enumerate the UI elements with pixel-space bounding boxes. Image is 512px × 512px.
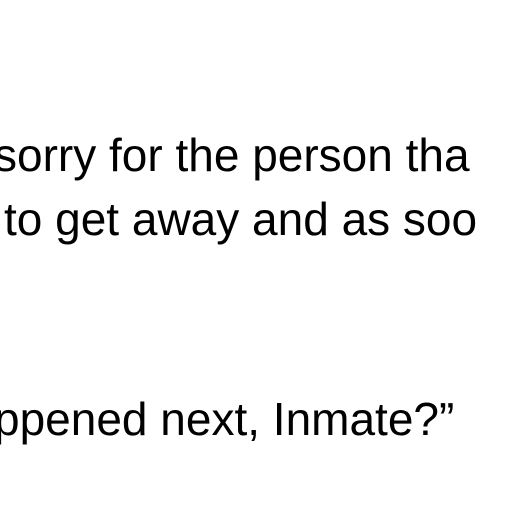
- text-line: to get away and as soo: [4, 193, 478, 245]
- text-line: sorry for the person tha: [0, 129, 470, 181]
- text-line: ppened next, Inmate?”: [0, 393, 455, 445]
